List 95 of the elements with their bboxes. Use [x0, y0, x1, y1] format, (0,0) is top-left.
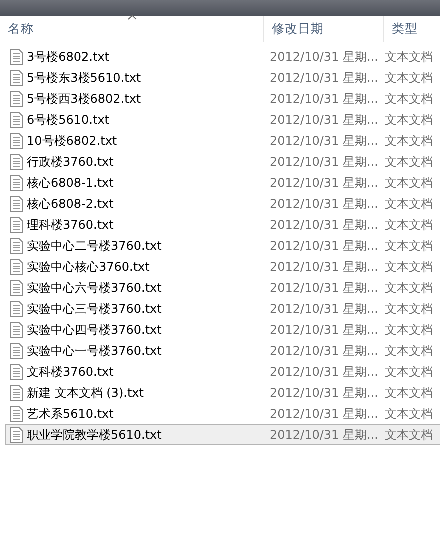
text-file-icon	[10, 280, 23, 296]
file-type: 文本文档	[385, 48, 433, 66]
file-type: 文本文档	[385, 90, 433, 108]
modified-date: 2012/10/31 星期...	[269, 174, 380, 192]
file-name: 10号楼6802.txt	[27, 132, 118, 150]
file-row[interactable]: 理科楼3760.txt 2012/10/31 星期... 文本文档	[5, 214, 440, 235]
text-file-icon	[10, 132, 23, 148]
file-row[interactable]: 实验中心三号楼3760.txt 2012/10/31 星期... 文本文档	[5, 298, 440, 319]
file-type: 文本文档	[385, 112, 433, 128]
text-file-icon	[10, 342, 23, 358]
file-name: 艺术系5610.txt	[27, 406, 114, 422]
file-row[interactable]: 6号楼5610.txt 2012/10/31 星期... 文本文档	[5, 109, 440, 130]
file-name: 核心6808-2.txt	[27, 196, 114, 212]
modified-date: 2012/10/31 星期...	[269, 90, 380, 108]
file-type: 文本文档	[385, 384, 433, 402]
modified-date: 2012/10/31 星期...	[269, 112, 380, 128]
file-type: 文本文档	[385, 132, 433, 150]
file-name: 6号楼5610.txt	[27, 112, 110, 128]
file-row[interactable]: 5号楼西3楼6802.txt 2012/10/31 星期... 文本文档	[5, 88, 440, 109]
file-name: 5号楼西3楼6802.txt	[27, 90, 142, 108]
file-row[interactable]: 实验中心四号楼3760.txt 2012/10/31 星期... 文本文档	[5, 319, 440, 340]
file-row[interactable]: 实验中心核心3760.txt 2012/10/31 星期... 文本文档	[5, 256, 440, 277]
file-type: 文本文档	[385, 196, 433, 212]
text-file-icon	[10, 322, 23, 338]
file-type: 文本文档	[385, 154, 433, 170]
file-name: 实验中心四号楼3760.txt	[27, 322, 162, 338]
file-row[interactable]: 实验中心六号楼3760.txt 2012/10/31 星期... 文本文档	[5, 277, 440, 298]
file-name: 文科楼3760.txt	[27, 364, 114, 380]
text-file-icon	[10, 426, 23, 442]
text-file-icon	[10, 300, 23, 316]
file-name: 实验中心二号楼3760.txt	[27, 238, 162, 254]
file-name: 实验中心核心3760.txt	[27, 258, 150, 276]
file-row[interactable]: 核心6808-1.txt 2012/10/31 星期... 文本文档	[5, 172, 440, 193]
file-name: 实验中心三号楼3760.txt	[27, 300, 162, 318]
modified-date: 2012/10/31 星期...	[269, 154, 380, 170]
text-file-icon	[10, 70, 23, 86]
file-name: 职业学院教学楼5610.txt	[27, 426, 162, 444]
modified-date: 2012/10/31 星期...	[269, 132, 380, 150]
file-type: 文本文档	[385, 174, 433, 192]
modified-date: 2012/10/31 星期...	[269, 70, 380, 86]
text-file-icon	[10, 384, 23, 400]
text-file-icon	[10, 90, 23, 106]
file-type: 文本文档	[385, 70, 433, 86]
file-name: 5号楼东3楼5610.txt	[27, 70, 142, 86]
file-name: 实验中心一号楼3760.txt	[27, 342, 162, 360]
file-type: 文本文档	[385, 342, 433, 360]
modified-date: 2012/10/31 星期...	[269, 300, 380, 318]
modified-date: 2012/10/31 星期...	[269, 384, 380, 402]
file-name: 理科楼3760.txt	[27, 216, 114, 234]
modified-date: 2012/10/31 星期...	[269, 280, 380, 296]
file-name: 3号楼6802.txt	[27, 48, 110, 66]
file-row[interactable]: 新建 文本文档 (3).txt 2012/10/31 星期... 文本文档	[5, 382, 440, 403]
modified-date: 2012/10/31 星期...	[269, 406, 380, 422]
file-type: 文本文档	[385, 238, 433, 254]
file-row[interactable]: 5号楼东3楼5610.txt 2012/10/31 星期... 文本文档	[5, 67, 440, 88]
file-type: 文本文档	[385, 280, 433, 296]
text-file-icon	[10, 174, 23, 190]
text-file-icon	[10, 238, 23, 254]
file-type: 文本文档	[385, 364, 433, 380]
modified-date: 2012/10/31 星期...	[269, 426, 380, 444]
text-file-icon	[10, 196, 23, 212]
file-type: 文本文档	[385, 258, 433, 276]
file-name: 新建 文本文档 (3).txt	[27, 384, 144, 402]
modified-date: 2012/10/31 星期...	[269, 342, 380, 360]
file-type: 文本文档	[385, 426, 433, 444]
file-type: 文本文档	[385, 300, 433, 318]
file-type: 文本文档	[385, 406, 433, 422]
file-name: 实验中心六号楼3760.txt	[27, 280, 162, 296]
modified-date: 2012/10/31 星期...	[269, 196, 380, 212]
file-type: 文本文档	[385, 216, 433, 234]
modified-date: 2012/10/31 星期...	[269, 364, 380, 380]
file-row[interactable]: 文科楼3760.txt 2012/10/31 星期... 文本文档	[5, 361, 440, 382]
file-row[interactable]: 实验中心二号楼3760.txt 2012/10/31 星期... 文本文档	[5, 235, 440, 256]
file-name: 核心6808-1.txt	[27, 174, 114, 192]
modified-date: 2012/10/31 星期...	[269, 238, 380, 254]
file-row[interactable]: 实验中心一号楼3760.txt 2012/10/31 星期... 文本文档	[5, 340, 440, 361]
modified-date: 2012/10/31 星期...	[269, 258, 380, 276]
modified-date: 2012/10/31 星期...	[269, 216, 380, 234]
text-file-icon	[10, 112, 23, 128]
text-file-icon	[10, 406, 23, 422]
file-row[interactable]: 核心6808-2.txt 2012/10/31 星期... 文本文档	[5, 193, 440, 214]
text-file-icon	[10, 48, 23, 64]
file-row[interactable]: 职业学院教学楼5610.txt 2012/10/31 星期... 文本文档	[5, 424, 440, 445]
text-file-icon	[10, 364, 23, 380]
modified-date: 2012/10/31 星期...	[269, 48, 380, 66]
file-row[interactable]: 3号楼6802.txt 2012/10/31 星期... 文本文档	[5, 46, 440, 67]
file-type: 文本文档	[385, 322, 433, 338]
file-row[interactable]: 行政楼3760.txt 2012/10/31 星期... 文本文档	[5, 151, 440, 172]
file-name: 行政楼3760.txt	[27, 154, 114, 170]
file-row[interactable]: 艺术系5610.txt 2012/10/31 星期... 文本文档	[5, 403, 440, 424]
text-file-icon	[10, 154, 23, 170]
text-file-icon	[10, 216, 23, 232]
text-file-icon	[10, 258, 23, 274]
file-row[interactable]: 10号楼6802.txt 2012/10/31 星期... 文本文档	[5, 130, 440, 151]
modified-date: 2012/10/31 星期...	[269, 322, 380, 338]
